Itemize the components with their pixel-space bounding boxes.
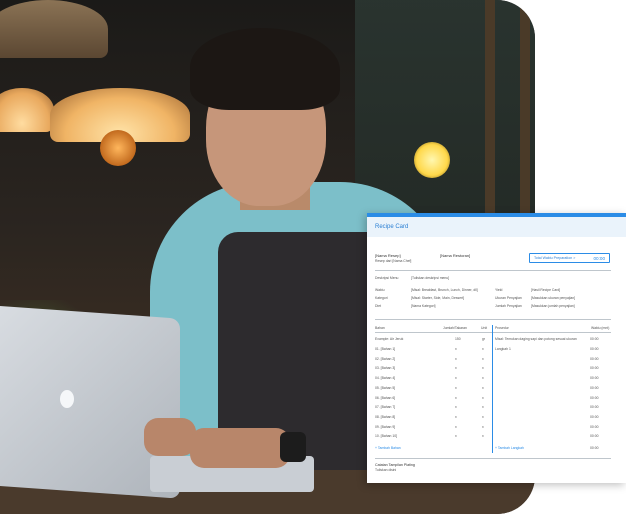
header-ingredient: Bahan bbox=[375, 326, 385, 330]
ingredient-amount[interactable]: x bbox=[455, 366, 457, 370]
meta-value[interactable]: [Nama Kategori] bbox=[411, 304, 436, 308]
ingredient-unit[interactable]: x bbox=[482, 357, 484, 361]
ingredient-unit[interactable]: x bbox=[482, 347, 484, 351]
procedure-time[interactable]: 00:00 bbox=[590, 376, 599, 380]
meta-value[interactable]: [Masukkan jumlah penyajian] bbox=[531, 304, 575, 308]
divider bbox=[375, 458, 611, 459]
recipe-card: Recipe Card [Nama Resep] Resep dari [Nam… bbox=[367, 213, 626, 483]
meta-label: Kategori bbox=[375, 296, 388, 300]
lamp-glow bbox=[414, 142, 450, 178]
plating-value[interactable]: Tuliskan disini bbox=[375, 468, 396, 472]
procedure-time[interactable]: 00:00 bbox=[590, 396, 599, 400]
procedure-time[interactable]: 00:00 bbox=[590, 347, 599, 351]
ingredient-name[interactable]: 02. [Bahan 2] bbox=[375, 357, 395, 361]
meta-label: Yield bbox=[495, 288, 503, 292]
procedure-time[interactable]: 00:00 bbox=[590, 405, 599, 409]
example-amount: 150 bbox=[455, 337, 461, 341]
divider bbox=[375, 332, 611, 333]
ingredient-amount[interactable]: x bbox=[455, 396, 457, 400]
ingredient-amount[interactable]: x bbox=[455, 415, 457, 419]
procedure-time[interactable]: 00:00 bbox=[590, 425, 599, 429]
ingredient-unit[interactable]: x bbox=[482, 425, 484, 429]
meta-label: Ukuran Penyajian bbox=[495, 296, 522, 300]
column-divider bbox=[492, 325, 493, 453]
ingredient-amount[interactable]: x bbox=[455, 357, 457, 361]
header-unit: Unit bbox=[481, 326, 488, 330]
procedure-time[interactable]: 00:00 bbox=[590, 357, 599, 361]
total-prep-value[interactable]: 00:00 bbox=[594, 256, 606, 261]
ingredient-unit[interactable]: x bbox=[482, 376, 484, 380]
meta-value[interactable]: [Misal: Breakfast, Brunch, Lunch, Dinner… bbox=[411, 288, 478, 292]
add-step-link[interactable]: + Tambah Langkah bbox=[495, 446, 524, 450]
recipe-name[interactable]: [Nama Resep] bbox=[375, 253, 401, 258]
total-prep-box: Total Waktu Preparation > 00:00 bbox=[529, 253, 610, 263]
pendant-lamp bbox=[0, 0, 108, 58]
arrow-right-icon: > bbox=[573, 256, 576, 260]
restaurant-name[interactable]: [Nama Restoran] bbox=[440, 253, 470, 258]
ingredient-name[interactable]: 04. [Bahan 4] bbox=[375, 376, 395, 380]
add-ingredient-link[interactable]: + Tambah Bahan bbox=[375, 446, 401, 450]
ingredient-unit[interactable]: x bbox=[482, 396, 484, 400]
example-time: 00:00 bbox=[590, 337, 599, 341]
divider bbox=[375, 319, 611, 320]
divider bbox=[375, 270, 611, 271]
ingredient-unit[interactable]: x bbox=[482, 434, 484, 438]
meta-value[interactable]: [Masukkan ukuran penyajian] bbox=[531, 296, 575, 300]
header-time: Waktu (mnt) bbox=[591, 326, 610, 330]
ingredient-amount[interactable]: x bbox=[455, 425, 457, 429]
meta-label: Jumlah Penyajian bbox=[495, 304, 522, 308]
meta-label: Diet bbox=[375, 304, 382, 308]
header-amount: Jumlah/Takaran bbox=[443, 326, 467, 330]
ingredient-name[interactable]: 07. [Bahan 7] bbox=[375, 405, 395, 409]
ingredient-amount[interactable]: x bbox=[455, 386, 457, 390]
procedure-time[interactable]: 00:00 bbox=[590, 415, 599, 419]
ingredient-unit[interactable]: x bbox=[482, 405, 484, 409]
plating-title: Catatan Tampilan Plating bbox=[375, 463, 415, 467]
ingredient-name[interactable]: 08. [Bahan 8] bbox=[375, 415, 395, 419]
procedure-step-1[interactable]: Langkah 1 bbox=[495, 347, 511, 351]
ingredient-name[interactable]: 05. [Bahan 5] bbox=[375, 386, 395, 390]
description-value[interactable]: [Tuliskan deskripsi menu] bbox=[411, 276, 449, 280]
example-procedure: Misal: Temukan daging sapi dan potong se… bbox=[495, 337, 577, 341]
ingredient-unit[interactable]: x bbox=[482, 386, 484, 390]
procedure-time[interactable]: 00:00 bbox=[590, 434, 599, 438]
lamp-glow bbox=[100, 130, 136, 166]
add-step-time: 00:00 bbox=[590, 446, 599, 450]
pendant-lamp bbox=[0, 88, 54, 132]
total-prep-label: Total Waktu Preparation bbox=[534, 256, 573, 260]
card-header: Recipe Card bbox=[367, 217, 626, 237]
ingredient-unit[interactable]: x bbox=[482, 415, 484, 419]
procedure-time[interactable]: 00:00 bbox=[590, 386, 599, 390]
header-procedure: Prosedur bbox=[495, 326, 509, 330]
ingredient-amount[interactable]: x bbox=[455, 347, 457, 351]
procedure-time[interactable]: 00:00 bbox=[590, 366, 599, 370]
example-unit: gr bbox=[482, 337, 486, 341]
ingredient-name[interactable]: 06. [Bahan 6] bbox=[375, 396, 395, 400]
ingredient-amount[interactable]: x bbox=[455, 405, 457, 409]
ingredient-unit[interactable]: x bbox=[482, 366, 484, 370]
left-hand bbox=[144, 418, 196, 456]
meta-value[interactable]: [Hasil Recipe Card] bbox=[531, 288, 560, 292]
chef-hair bbox=[190, 28, 340, 110]
meta-value[interactable]: [Misal: Starter, Side, Main, Dessert] bbox=[411, 296, 464, 300]
example-ingredient: Example: Air Jeruk bbox=[375, 337, 404, 341]
ingredient-name[interactable]: 03. [Bahan 3] bbox=[375, 366, 395, 370]
ingredient-name[interactable]: 09. [Bahan 9] bbox=[375, 425, 395, 429]
right-hand bbox=[190, 428, 290, 468]
recipe-from[interactable]: Resep dari [Nama Chef] bbox=[375, 259, 411, 263]
ingredient-amount[interactable]: x bbox=[455, 434, 457, 438]
meta-label: Waktu bbox=[375, 288, 385, 292]
laptop-logo-icon bbox=[60, 390, 74, 408]
ingredient-name[interactable]: 10. [Bahan 10] bbox=[375, 434, 397, 438]
wrist-watch bbox=[280, 432, 306, 462]
ingredient-name[interactable]: 01. [Bahan 1] bbox=[375, 347, 395, 351]
card-title: Recipe Card bbox=[375, 224, 409, 230]
description-label: Deskripsi Menu bbox=[375, 276, 399, 280]
ingredient-amount[interactable]: x bbox=[455, 376, 457, 380]
